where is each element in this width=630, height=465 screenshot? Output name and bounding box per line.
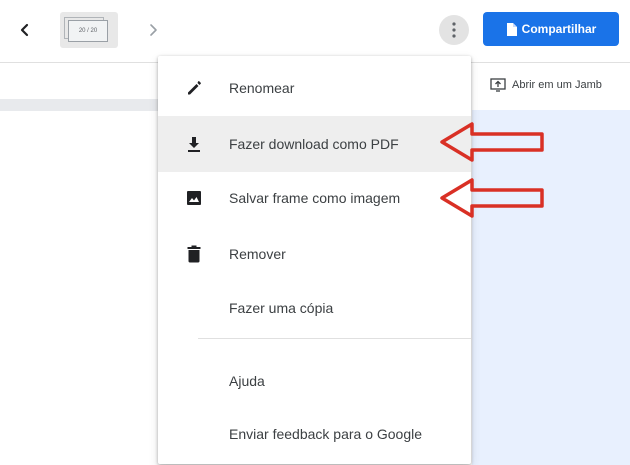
file-icon [506, 22, 517, 36]
more-vert-icon [452, 22, 456, 38]
menu-item-label: Remover [229, 246, 286, 262]
chevron-right-icon [150, 24, 157, 36]
open-in-jamboard-label: Abrir em um Jamb [512, 79, 602, 91]
chevron-left-icon [20, 23, 29, 37]
more-options-button[interactable] [439, 15, 469, 45]
menu-item-remove[interactable]: Remover [158, 226, 471, 282]
options-menu: Renomear Fazer download como PDF Salvar … [158, 56, 471, 464]
menu-item-rename[interactable]: Renomear [158, 60, 471, 116]
back-button[interactable] [14, 17, 36, 43]
frame-thumbnail[interactable]: 20 / 20 [60, 12, 118, 48]
menu-item-label: Salvar frame como imagem [229, 190, 401, 206]
menu-item-help[interactable]: Ajuda [158, 353, 471, 409]
image-icon [184, 188, 204, 208]
forward-button[interactable] [142, 17, 164, 43]
toolbar: 20 / 20 Compartilhar [0, 0, 630, 62]
menu-item-send-feedback[interactable]: Enviar feedback para o Google [158, 406, 471, 462]
menu-divider [198, 338, 471, 339]
menu-item-save-frame-image[interactable]: Salvar frame como imagem [158, 170, 471, 226]
download-icon [184, 134, 204, 154]
menu-item-label: Ajuda [229, 373, 265, 389]
menu-item-label: Fazer uma cópia [229, 300, 334, 316]
side-panel [472, 110, 630, 465]
frame-counter: 20 / 20 [68, 20, 108, 42]
pencil-icon [184, 78, 204, 98]
menu-item-label: Fazer download como PDF [229, 136, 399, 152]
open-in-jamboard-button[interactable]: Abrir em um Jamb [490, 74, 602, 96]
menu-item-download-pdf[interactable]: Fazer download como PDF [158, 116, 471, 172]
trash-icon [184, 244, 204, 264]
share-button[interactable]: Compartilhar [483, 12, 619, 46]
menu-item-label: Renomear [229, 80, 295, 96]
menu-item-label: Enviar feedback para o Google [229, 426, 423, 442]
present-icon [490, 78, 506, 92]
canvas-edge [0, 99, 158, 111]
menu-item-make-copy[interactable]: Fazer uma cópia [158, 280, 471, 336]
share-button-label: Compartilhar [521, 22, 597, 36]
